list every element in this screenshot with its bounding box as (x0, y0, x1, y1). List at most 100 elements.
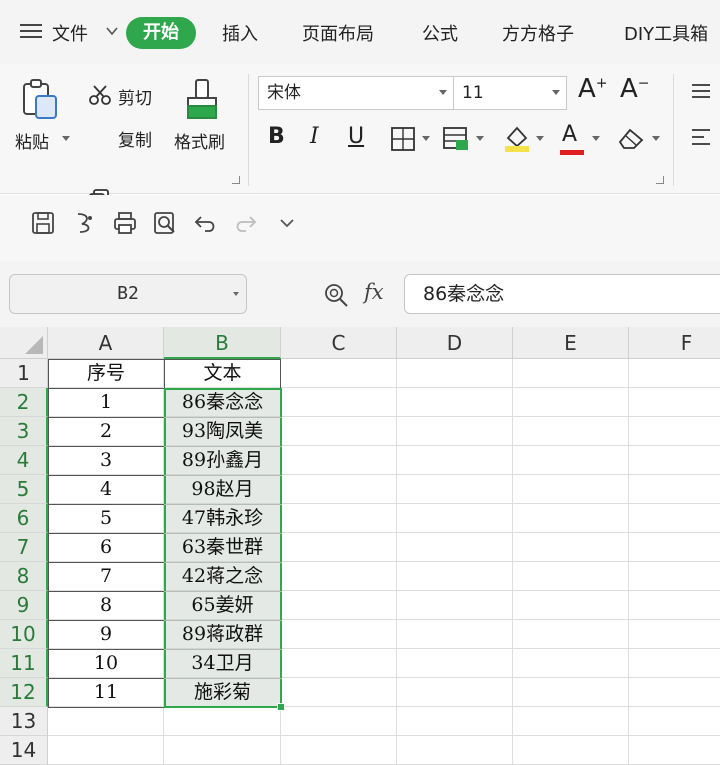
undo-icon[interactable] (193, 210, 219, 236)
eraser-icon[interactable] (616, 124, 646, 152)
cell-b3[interactable]: 93陶凤美 (164, 417, 281, 446)
fill-format-icon[interactable] (442, 126, 470, 152)
menu-file[interactable]: 文件 (52, 20, 88, 46)
row-header-5[interactable]: 5 (0, 475, 48, 504)
cell-b10[interactable]: 89蒋政群 (164, 620, 281, 649)
row-header-4[interactable]: 4 (0, 446, 48, 475)
cell-a12[interactable]: 11 (48, 678, 164, 707)
row-header-6[interactable]: 6 (0, 504, 48, 533)
cell-b2[interactable]: 86秦念念 (164, 388, 281, 417)
column-header-a[interactable]: A (48, 327, 164, 359)
column-header-c[interactable]: C (281, 327, 397, 359)
customize-toolbar-icon[interactable] (274, 210, 300, 236)
column-header-d[interactable]: D (397, 327, 513, 359)
menu-icon[interactable] (20, 22, 42, 40)
tab-page-layout[interactable]: 页面布局 (302, 20, 374, 46)
quick-access-toolbar (0, 195, 720, 261)
cell-a1[interactable]: 序号 (48, 359, 164, 388)
shrink-font-button[interactable]: A− (620, 74, 650, 104)
cell-a5[interactable]: 4 (48, 475, 164, 504)
row-header-10[interactable]: 10 (0, 620, 48, 649)
cell-b11[interactable]: 34卫月 (164, 649, 281, 678)
cell-a9[interactable]: 8 (48, 591, 164, 620)
cell-a10[interactable]: 9 (48, 620, 164, 649)
copy-button[interactable]: 复制 (118, 126, 152, 151)
cell-b9[interactable]: 65姜妍 (164, 591, 281, 620)
row-header-13[interactable]: 13 (0, 707, 48, 736)
cell-b5[interactable]: 98赵月 (164, 475, 281, 504)
underline-button[interactable]: U (348, 124, 364, 149)
row-header-3[interactable]: 3 (0, 417, 48, 446)
format-painter-button[interactable]: 格式刷 (174, 128, 225, 153)
borders-dropdown-icon[interactable] (422, 136, 430, 141)
redo-icon[interactable] (232, 210, 258, 236)
fill-color-dropdown-icon[interactable] (536, 136, 544, 141)
cell-a8[interactable]: 7 (48, 562, 164, 591)
paste-dropdown-icon[interactable] (62, 136, 70, 141)
grid-row-line (48, 735, 720, 736)
align-left-icon[interactable] (690, 126, 712, 148)
tab-home[interactable]: 开始 (126, 17, 196, 49)
font-size-value: 11 (462, 83, 484, 103)
row-header-14[interactable]: 14 (0, 736, 48, 765)
borders-icon[interactable] (390, 126, 416, 152)
row-header-11[interactable]: 11 (0, 649, 48, 678)
cell-a11[interactable]: 10 (48, 649, 164, 678)
tab-formulas[interactable]: 公式 (422, 20, 458, 46)
cell-a6[interactable]: 5 (48, 504, 164, 533)
print-icon[interactable] (112, 210, 138, 236)
output-pdf-icon[interactable] (72, 210, 98, 236)
cell-b7[interactable]: 63秦世群 (164, 533, 281, 562)
chevron-down-icon[interactable] (103, 22, 121, 40)
cut-button[interactable]: 剪切 (118, 84, 152, 109)
align-top-icon[interactable] (690, 82, 712, 100)
row-header-2[interactable]: 2 (0, 388, 48, 417)
ribbon-separator (673, 74, 674, 186)
save-icon[interactable] (30, 210, 56, 236)
cell-a3[interactable]: 2 (48, 417, 164, 446)
cell-b1[interactable]: 文本 (164, 359, 281, 388)
row-header-7[interactable]: 7 (0, 533, 48, 562)
format-painter-icon[interactable] (184, 78, 220, 122)
column-header-b[interactable]: B (164, 327, 281, 359)
name-box[interactable]: B2 (9, 274, 247, 314)
tab-diy-toolbox[interactable]: DIY工具箱 (624, 20, 708, 46)
paste-icon[interactable] (20, 78, 60, 122)
font-size-select[interactable]: 11 (453, 76, 567, 110)
tab-fangfang-grid[interactable]: 方方格子 (502, 20, 574, 46)
select-all-corner[interactable] (0, 327, 48, 359)
font-color-button[interactable]: A (562, 122, 577, 147)
print-preview-icon[interactable] (152, 210, 178, 236)
font-color-dropdown-icon[interactable] (592, 136, 600, 141)
formula-input[interactable]: 86秦念念 (404, 274, 720, 314)
insert-function-button[interactable]: fx (364, 280, 384, 304)
cell-a2[interactable]: 1 (48, 388, 164, 417)
scissors-icon[interactable] (88, 84, 112, 106)
cell-a4[interactable]: 3 (48, 446, 164, 475)
fill-color-icon[interactable] (502, 122, 532, 152)
zoom-icon[interactable] (322, 281, 350, 309)
tab-insert[interactable]: 插入 (222, 20, 258, 46)
column-header-e[interactable]: E (513, 327, 629, 359)
paste-button[interactable]: 粘贴 (15, 128, 49, 153)
italic-button[interactable]: I (310, 124, 319, 149)
row-header-1[interactable]: 1 (0, 359, 48, 388)
cell-b6[interactable]: 47韩永珍 (164, 504, 281, 533)
name-box-value: B2 (117, 283, 139, 304)
eraser-dropdown-icon[interactable] (652, 136, 660, 141)
row-header-12[interactable]: 12 (0, 678, 48, 707)
cell-b8[interactable]: 42蒋之念 (164, 562, 281, 591)
row-header-8[interactable]: 8 (0, 562, 48, 591)
font-launcher-icon[interactable] (656, 176, 664, 184)
row-header-9[interactable]: 9 (0, 591, 48, 620)
clipboard-launcher-icon[interactable] (232, 176, 240, 184)
cell-a7[interactable]: 6 (48, 533, 164, 562)
fill-format-dropdown-icon[interactable] (476, 136, 484, 141)
bold-button[interactable]: B (268, 124, 285, 149)
fill-handle[interactable] (277, 703, 285, 711)
font-name-select[interactable]: 宋体 (258, 76, 454, 110)
cell-b12[interactable]: 施彩菊 (164, 678, 281, 707)
column-header-f[interactable]: F (629, 327, 720, 359)
cell-b4[interactable]: 89孙鑫月 (164, 446, 281, 475)
grow-font-button[interactable]: A+ (578, 74, 608, 104)
